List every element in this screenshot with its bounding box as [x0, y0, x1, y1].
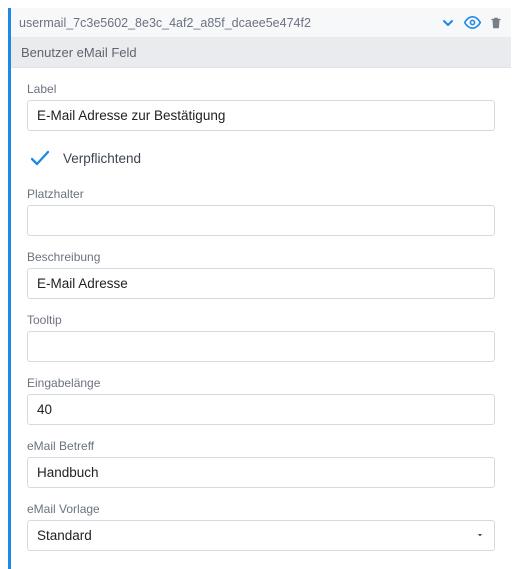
placeholder-input[interactable]: [27, 205, 495, 236]
label-input[interactable]: [27, 100, 495, 131]
field-identifier: usermail_7c3e5602_8e3c_4af2_a85f_dcaee5e…: [19, 16, 440, 30]
tooltip-input[interactable]: [27, 331, 495, 362]
field-config-panel: usermail_7c3e5602_8e3c_4af2_a85f_dcaee5e…: [8, 8, 511, 569]
inputlength-input[interactable]: [27, 394, 495, 425]
description-caption: Beschreibung: [27, 250, 495, 264]
collapse-toggle[interactable]: [440, 15, 456, 31]
required-label: Verpflichtend: [63, 151, 141, 166]
panel-header: usermail_7c3e5602_8e3c_4af2_a85f_dcaee5e…: [11, 8, 511, 38]
eye-icon: [464, 14, 481, 31]
placeholder-caption: Platzhalter: [27, 187, 495, 201]
field-type-label: Benutzer eMail Feld: [11, 38, 511, 68]
tooltip-caption: Tooltip: [27, 313, 495, 327]
required-checkbox[interactable]: [27, 145, 53, 171]
description-input[interactable]: [27, 268, 495, 299]
inputlength-caption: Eingabelänge: [27, 376, 495, 390]
check-icon: [28, 146, 52, 170]
visibility-toggle[interactable]: [464, 14, 481, 31]
email-subject-input[interactable]: [27, 457, 495, 488]
trash-icon: [489, 16, 503, 30]
chevron-down-icon: [440, 15, 456, 31]
label-caption: Label: [27, 82, 495, 96]
email-subject-caption: eMail Betreff: [27, 439, 495, 453]
delete-button[interactable]: [489, 16, 503, 30]
email-template-caption: eMail Vorlage: [27, 502, 495, 516]
panel-body: Label Verpflichtend Platzhalter Beschrei…: [11, 68, 511, 569]
email-template-select[interactable]: [27, 520, 495, 551]
